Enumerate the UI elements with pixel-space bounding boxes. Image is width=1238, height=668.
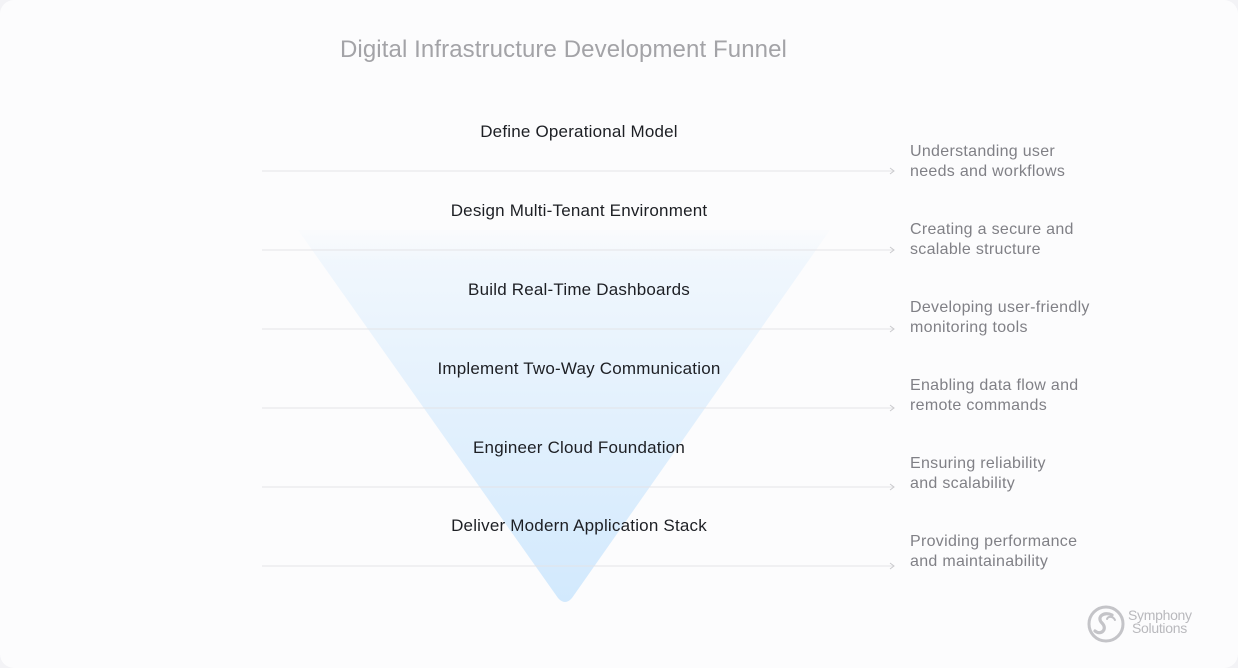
stage-label-engineer-cloud-foundation: Engineer Cloud Foundation — [473, 438, 685, 457]
stage-label-build-real-time-dashboards: Build Real-Time Dashboards — [468, 280, 690, 299]
stage-label-deliver-modern-application-stack: Deliver Modern Application Stack — [451, 516, 707, 535]
stage-description-1: Understanding user needs and workflows — [910, 142, 1170, 182]
stage-description-line: needs and workflows — [910, 163, 1066, 180]
funnel-diagram-page: Digital Infrastructure Development Funne… — [0, 0, 1238, 668]
stage-description-2: Creating a secure and scalable structure — [910, 220, 1170, 260]
logo-wordmark: Symphony Solutions — [1128, 608, 1192, 636]
stage-description-5: Ensuring reliability and scalability — [910, 454, 1170, 494]
stage-description-line: Creating a secure and — [910, 221, 1074, 238]
stage-description-line: monitoring tools — [910, 319, 1028, 336]
stage-description-4: Enabling data flow and remote commands — [910, 376, 1170, 416]
symphony-solutions-logo: Symphony Solutions — [1086, 604, 1216, 644]
funnel-top-fade — [280, 222, 860, 262]
stage-description-line: Understanding user — [910, 143, 1056, 160]
stage-description-6: Providing performance and maintainabilit… — [910, 532, 1170, 572]
stage-description-line: Ensuring reliability — [910, 455, 1046, 472]
stage-description-line: Enabling data flow and — [910, 377, 1079, 394]
stage-description-3: Developing user-friendly monitoring tool… — [910, 298, 1170, 338]
stage-description-line: scalable structure — [910, 241, 1041, 258]
stage-label-implement-two-way-communication: Implement Two-Way Communication — [437, 359, 721, 378]
logo-line-2: Solutions — [1132, 620, 1187, 636]
stage-description-line: Providing performance — [910, 533, 1078, 550]
stage-description-line: remote commands — [910, 397, 1047, 414]
stage-label-design-multi-tenant-environment: Design Multi-Tenant Environment — [450, 201, 708, 220]
stage-description-line: and maintainability — [910, 553, 1049, 570]
stage-description-line: and scalability — [910, 475, 1015, 492]
stage-label-define-operational-model: Define Operational Model — [480, 122, 678, 141]
symphony-solutions-logo-icon — [1087, 605, 1125, 643]
stage-description-line: Developing user-friendly — [910, 299, 1090, 316]
